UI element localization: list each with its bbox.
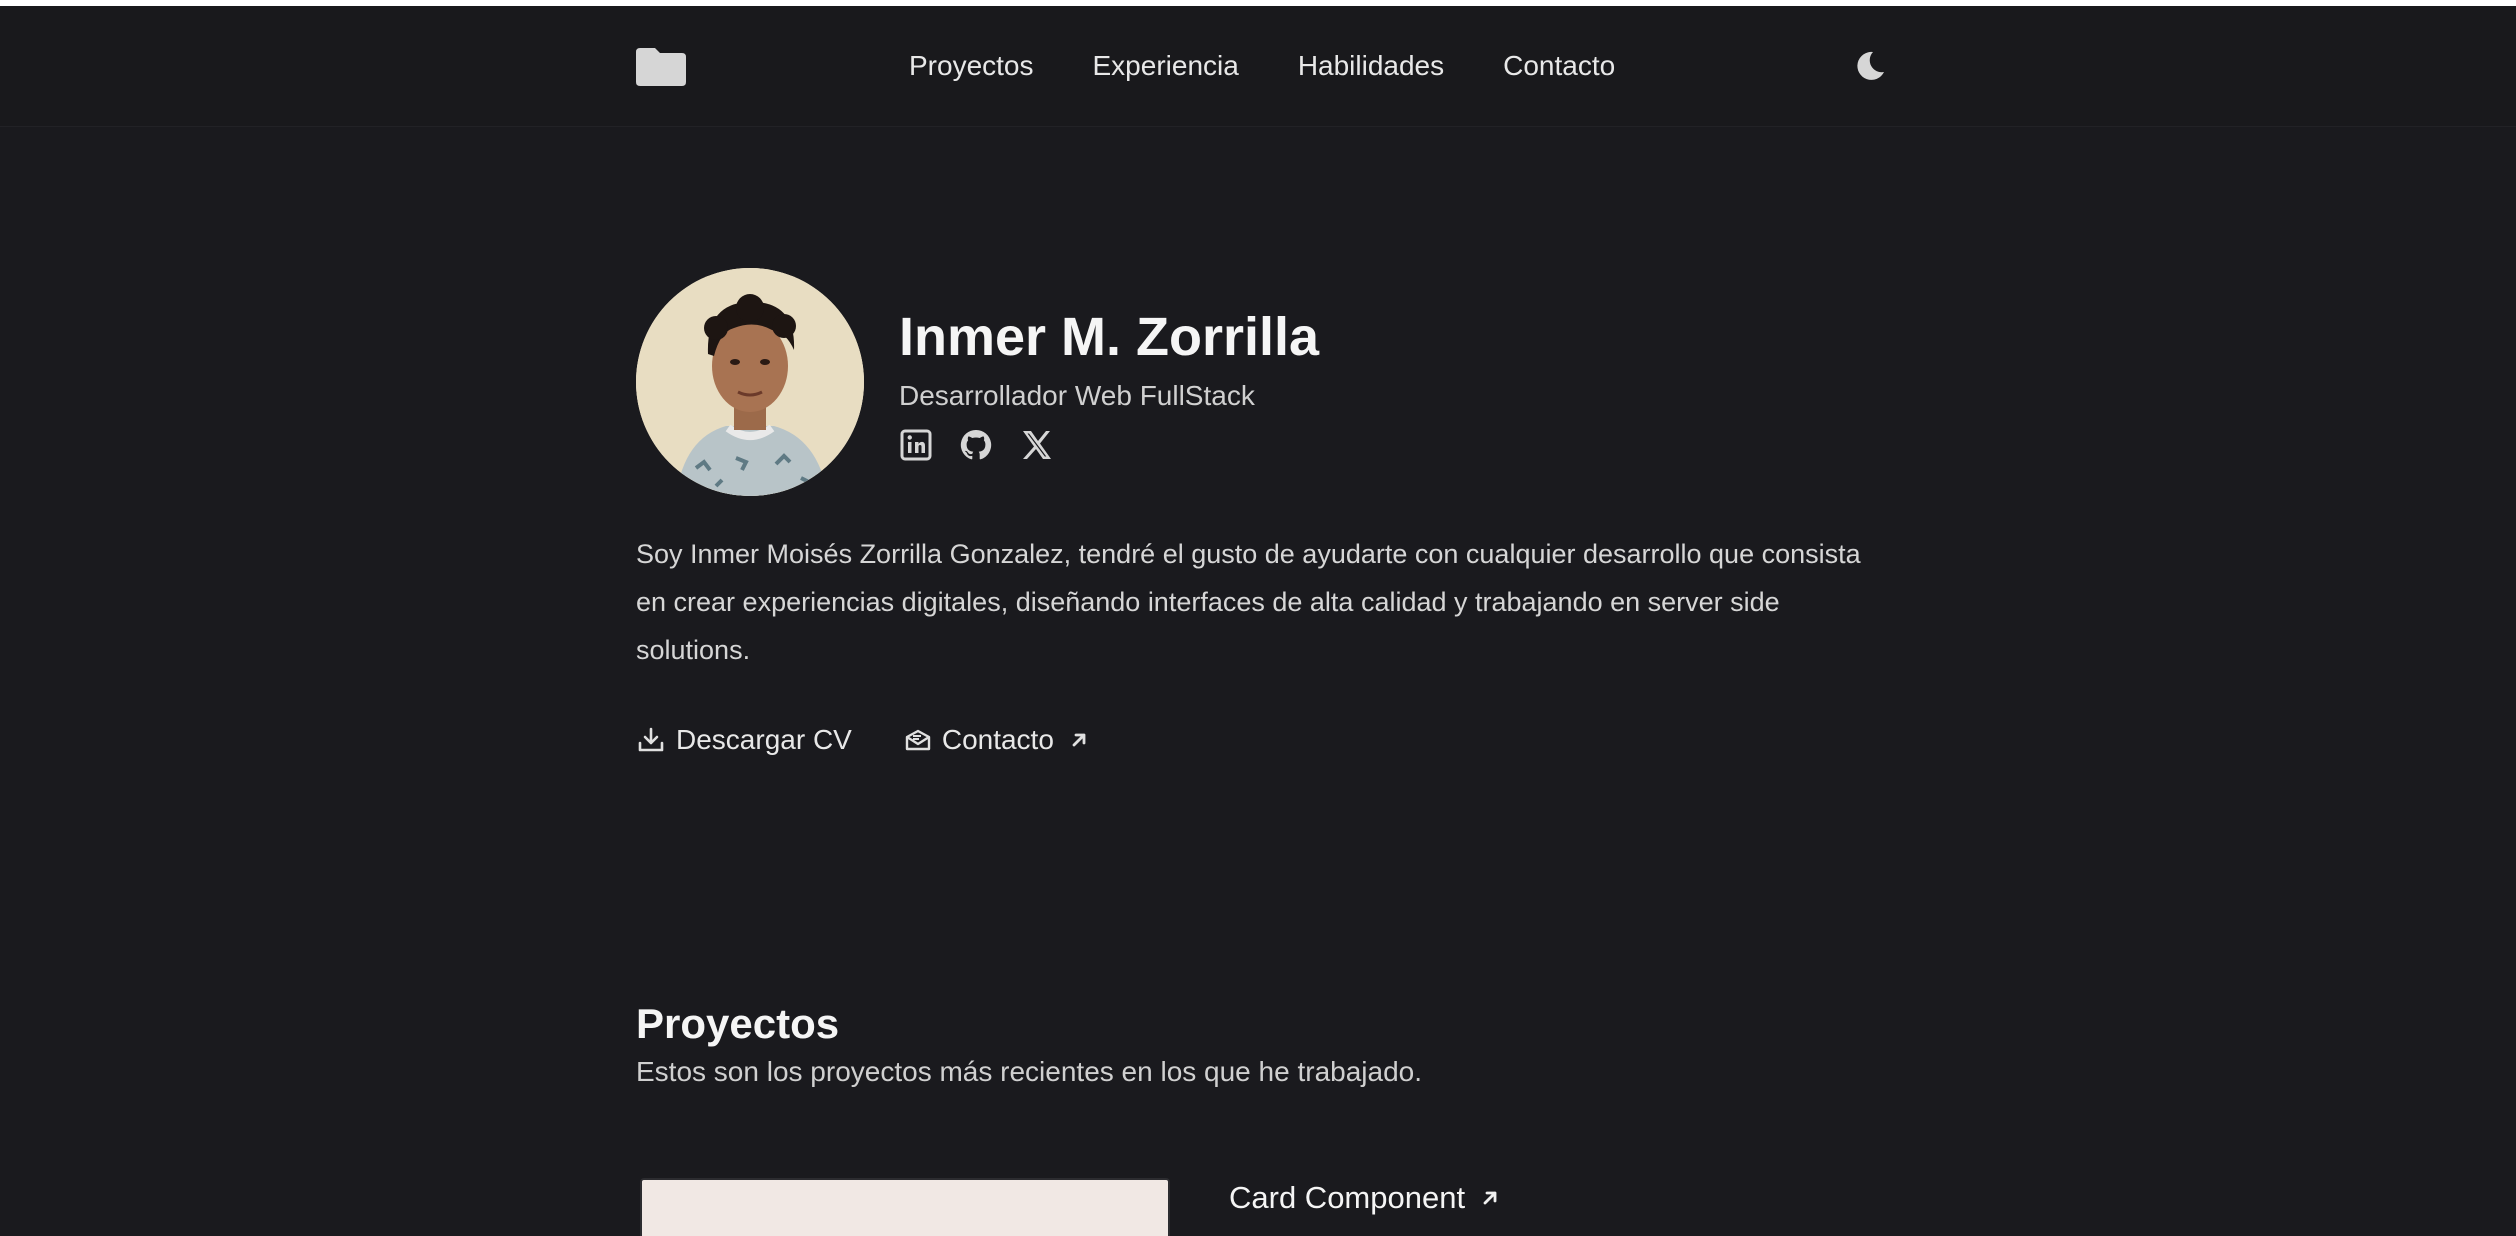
projects-subtitle: Estos son los proyectos más recientes en… [636, 1056, 1422, 1087]
contact-button[interactable]: Contacto [904, 724, 1090, 756]
avatar [636, 268, 864, 496]
download-icon [638, 727, 664, 752]
moon-icon[interactable] [1852, 48, 1888, 84]
nav-link-proyectos[interactable]: Proyectos [909, 50, 1034, 82]
project-title: Card Component [1229, 1180, 1466, 1215]
projects-title: Proyectos [636, 1000, 840, 1047]
arrow-up-right-icon [1483, 1191, 1497, 1205]
profile-bio: Soy Inmer Moisés Zorrilla Gonzalez, tend… [636, 539, 1861, 665]
nav-link-habilidades[interactable]: Habilidades [1298, 50, 1444, 82]
mail-icon [905, 729, 931, 751]
project-thumbnail [640, 1178, 1170, 1236]
x-icon[interactable] [1019, 428, 1053, 462]
contact-label: Contacto [941, 724, 1054, 755]
download-cv-button[interactable]: Descargar CV [636, 724, 852, 756]
nav-link-experiencia[interactable]: Experiencia [1093, 50, 1239, 82]
folder-icon[interactable] [636, 44, 686, 86]
social-links [899, 428, 1079, 462]
project-title-link[interactable]: Card Component [1229, 1180, 1501, 1216]
arrow-up-right-icon [1072, 733, 1086, 747]
nav-link-contacto[interactable]: Contacto [1503, 50, 1615, 82]
project-card[interactable] [636, 1176, 1176, 1236]
profile-role: Desarrollador Web FullStack [899, 380, 1255, 411]
avatar-photo [636, 268, 864, 496]
nav-links: Proyectos Experiencia Habilidades Contac… [909, 6, 1674, 126]
hero-actions: Descargar CV Contacto [636, 724, 1142, 756]
github-icon[interactable] [959, 428, 993, 462]
navbar-inner: Proyectos Experiencia Habilidades Contac… [636, 6, 1886, 126]
download-cv-label: Descargar CV [676, 724, 852, 755]
linkedin-icon[interactable] [899, 428, 933, 462]
profile-name: Inmer M. Zorrilla [899, 307, 1320, 367]
navbar: Proyectos Experiencia Habilidades Contac… [0, 6, 2516, 127]
projects-section: Proyectos Estos son los proyectos más re… [636, 1000, 1886, 1236]
